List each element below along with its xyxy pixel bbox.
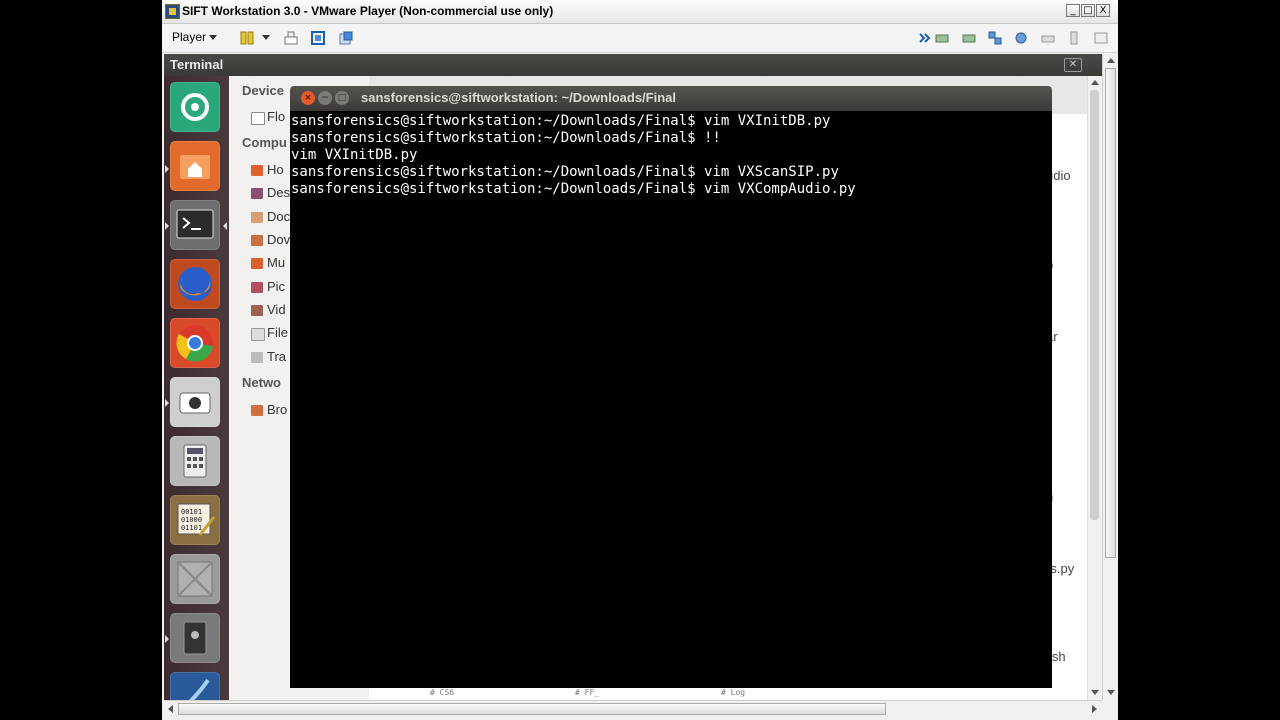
more-devices-icon[interactable] bbox=[918, 31, 932, 45]
sidebar-item-videos[interactable]: Vid bbox=[267, 302, 286, 317]
panel-close-icon[interactable]: ✕ bbox=[1064, 58, 1082, 72]
scroll-up-icon[interactable] bbox=[1091, 80, 1099, 85]
svg-text:01101: 01101 bbox=[181, 524, 202, 532]
scroll-left-icon[interactable] bbox=[168, 705, 173, 713]
sidebar-item-documents[interactable]: Doc bbox=[267, 209, 290, 224]
file-system-icon bbox=[251, 328, 265, 341]
vmware-title-bar[interactable]: SIFT Workstation 3.0 - VMware Player (No… bbox=[162, 0, 1118, 24]
sidebar-heading-network: Netwo bbox=[242, 375, 281, 390]
terminal-maximize-button[interactable]: □ bbox=[335, 91, 349, 105]
sidebar-item-floppy[interactable]: Flo bbox=[267, 109, 285, 124]
scroll-right-icon[interactable] bbox=[1092, 705, 1097, 713]
pictures-icon bbox=[251, 282, 263, 293]
horizontal-scroll-thumb[interactable] bbox=[178, 703, 886, 715]
scroll-down-icon[interactable] bbox=[1091, 690, 1099, 695]
svg-text:00101: 00101 bbox=[181, 508, 202, 516]
file-item-label: # CS6 bbox=[430, 688, 455, 697]
disk-tool-icon[interactable] bbox=[170, 613, 220, 663]
printer-icon[interactable] bbox=[1041, 31, 1055, 45]
player-menu[interactable]: Player bbox=[172, 30, 206, 44]
unity-mode-icon[interactable] bbox=[339, 31, 353, 45]
scroll-thumb[interactable] bbox=[1090, 90, 1099, 520]
vertical-scroll-thumb[interactable] bbox=[1105, 68, 1116, 558]
screenshot-icon[interactable] bbox=[170, 377, 220, 427]
fullscreen-icon[interactable] bbox=[311, 31, 325, 45]
maximize-button[interactable]: □ bbox=[1081, 4, 1095, 17]
file-item-label: # Log bbox=[721, 688, 746, 697]
sidebar-heading-computer: Compu bbox=[242, 135, 287, 150]
sidebar-item-downloads[interactable]: Dov bbox=[267, 232, 290, 247]
documents-icon bbox=[251, 212, 263, 223]
wireshark-icon[interactable] bbox=[170, 672, 220, 700]
sidebar-item-home[interactable]: Ho bbox=[267, 162, 284, 177]
vmware-vertical-scrollbar[interactable] bbox=[1102, 54, 1118, 700]
sidebar-heading-devices: Device bbox=[242, 83, 284, 98]
usb-device-icon[interactable] bbox=[1014, 31, 1028, 45]
scroll-up-icon[interactable] bbox=[1107, 58, 1115, 63]
terminal-line: sansforensics@siftworkstation:~/Download… bbox=[291, 164, 839, 180]
hard-disk-icon[interactable] bbox=[935, 31, 949, 45]
minimize-button[interactable]: _ bbox=[1066, 4, 1080, 17]
svg-text:01000: 01000 bbox=[181, 516, 202, 524]
sidebar-item-pictures[interactable]: Pic bbox=[267, 279, 285, 294]
terminal-line: vim VXInitDB.py bbox=[291, 147, 418, 163]
sidebar-item-desktop[interactable]: Des bbox=[267, 185, 290, 200]
terminal-output[interactable]: sansforensics@siftworkstation:~/Download… bbox=[290, 111, 1052, 688]
terminal-title-bar[interactable]: × − □ sansforensics@siftworkstation: ~/D… bbox=[290, 86, 1052, 111]
running-indicator-icon bbox=[165, 222, 169, 230]
vmware-horizontal-scrollbar[interactable] bbox=[164, 700, 1102, 718]
sidebar-item-trash[interactable]: Tra bbox=[267, 349, 286, 364]
terminal-close-button[interactable]: × bbox=[301, 91, 315, 105]
close-button[interactable]: X bbox=[1096, 4, 1110, 17]
terminal-title: sansforensics@siftworkstation: ~/Downloa… bbox=[361, 90, 676, 105]
running-indicator-icon bbox=[165, 635, 169, 643]
desktop-icon bbox=[251, 188, 263, 199]
unity-top-panel: Terminal ✕ bbox=[164, 54, 1102, 76]
chromium-icon[interactable] bbox=[170, 318, 220, 368]
network-icon bbox=[251, 405, 263, 416]
send-ctrl-alt-del-icon[interactable] bbox=[284, 31, 298, 45]
terminal-line: sansforensics@siftworkstation:~/Download… bbox=[291, 181, 856, 197]
active-indicator-icon bbox=[223, 222, 227, 230]
sidebar-item-file-system[interactable]: File bbox=[267, 325, 288, 340]
music-icon bbox=[251, 258, 263, 269]
file-manager-scrollbar[interactable] bbox=[1087, 76, 1102, 700]
terminal-line: sansforensics@siftworkstation:~/Download… bbox=[291, 113, 831, 129]
file-item-label: # FF_ bbox=[575, 688, 600, 697]
home-folder-icon[interactable] bbox=[170, 141, 220, 191]
downloads-icon bbox=[251, 235, 263, 246]
firefox-icon[interactable] bbox=[170, 259, 220, 309]
cd-drive-icon[interactable] bbox=[962, 31, 976, 45]
panel-app-title: Terminal bbox=[170, 57, 224, 72]
calculator-icon[interactable] bbox=[170, 436, 220, 486]
hex-editor-icon[interactable]: 00101 01000 01101 bbox=[170, 495, 220, 545]
terminal-line: sansforensics@siftworkstation:~/Download… bbox=[291, 130, 721, 146]
terminal-icon[interactable] bbox=[170, 200, 220, 250]
running-indicator-icon bbox=[165, 399, 169, 407]
scroll-down-icon[interactable] bbox=[1107, 690, 1115, 695]
workspace-switcher-icon[interactable] bbox=[170, 554, 220, 604]
pause-menu-chevron-icon[interactable] bbox=[262, 35, 270, 40]
vmware-window-title: SIFT Workstation 3.0 - VMware Player (No… bbox=[182, 4, 554, 18]
vmware-app-icon bbox=[165, 4, 180, 19]
floppy-icon bbox=[251, 112, 265, 125]
sidebar-item-browse-network[interactable]: Bro bbox=[267, 402, 287, 417]
terminal-window[interactable]: × − □ sansforensics@siftworkstation: ~/D… bbox=[290, 86, 1052, 688]
videos-icon bbox=[251, 305, 263, 316]
sidebar-item-music[interactable]: Mu bbox=[267, 255, 285, 270]
sound-card-icon[interactable] bbox=[1067, 31, 1081, 45]
home-icon bbox=[251, 165, 263, 176]
message-log-icon[interactable] bbox=[1094, 31, 1108, 45]
network-adapter-icon[interactable] bbox=[988, 31, 1002, 45]
unity-launcher: 00101 01000 01101 bbox=[164, 76, 229, 700]
trash-icon bbox=[251, 352, 263, 363]
running-indicator-icon bbox=[165, 165, 169, 173]
terminal-minimize-button[interactable]: − bbox=[318, 91, 332, 105]
player-menu-chevron-icon[interactable] bbox=[209, 35, 217, 40]
pause-icon[interactable] bbox=[240, 31, 254, 45]
vmware-toolbar: Player bbox=[162, 24, 1118, 53]
dash-home-icon[interactable] bbox=[170, 82, 220, 132]
